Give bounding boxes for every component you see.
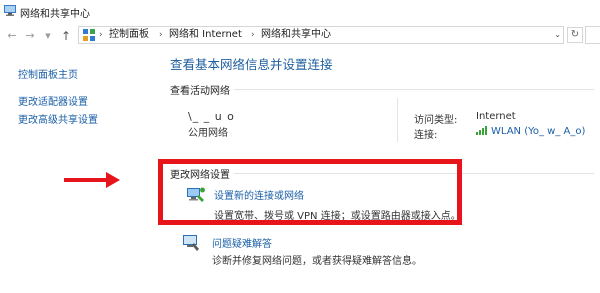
connection-value-group: WLAN (Yo_ w_ A_o): [476, 126, 585, 137]
breadcrumb-separator-icon: ›: [99, 30, 103, 40]
refresh-icon[interactable]: ↻: [567, 27, 583, 43]
breadcrumb-network-sharing-center[interactable]: 网络和共享中心: [261, 28, 331, 42]
address-dropdown-icon[interactable]: ⌄: [554, 28, 561, 42]
breadcrumb-control-panel[interactable]: 控制面板: [109, 28, 149, 42]
network-category: 公用网络: [188, 128, 228, 139]
back-arrow-icon[interactable]: ←: [4, 28, 20, 44]
breadcrumb-network-internet[interactable]: 网络和 Internet: [169, 28, 242, 42]
address-bar[interactable]: › 控制面板 › 网络和 Internet › 网络和共享中心 ⌄: [78, 26, 564, 44]
troubleshoot-problems-description: 诊断并修复网络问题，或者获得疑难解答信息。: [212, 256, 422, 267]
troubleshoot-problems-link[interactable]: 问题疑难解答: [212, 235, 272, 250]
section-divider: [234, 89, 594, 90]
vertical-divider: [397, 98, 398, 142]
window-title: 网络和共享中心: [20, 9, 90, 20]
page-title: 查看基本网络信息并设置连接: [170, 57, 333, 72]
active-networks-label: 查看活动网络: [170, 86, 230, 97]
access-type-value: Internet: [476, 111, 516, 122]
access-type-label: 访问类型:: [414, 115, 458, 126]
network-center-icon: [4, 5, 16, 16]
recent-dropdown-icon[interactable]: ▼: [40, 28, 56, 44]
connection-label: 连接:: [414, 130, 438, 141]
up-arrow-icon[interactable]: ↑: [58, 28, 74, 44]
control-panel-icon: [83, 29, 95, 41]
breadcrumb-separator-icon: ›: [251, 30, 255, 40]
sidebar-item-change-adapter-settings[interactable]: 更改适配器设置: [18, 93, 88, 108]
network-name: \_ _ u o: [188, 110, 235, 123]
search-input[interactable]: [585, 26, 600, 44]
wlan-connection-link[interactable]: WLAN (Yo_ w_ A_o): [491, 126, 585, 137]
highlight-box: [158, 159, 462, 225]
sidebar-item-change-advanced-sharing[interactable]: 更改高级共享设置: [18, 111, 98, 126]
forward-arrow-icon[interactable]: →: [22, 28, 38, 44]
sidebar-item-control-panel-home[interactable]: 控制面板主页: [18, 66, 78, 81]
wifi-signal-icon: [476, 126, 487, 135]
troubleshoot-icon: [183, 235, 199, 251]
breadcrumb-separator-icon: ›: [159, 30, 163, 40]
red-arrow-icon: [64, 172, 120, 188]
title-bar: 网络和共享中心: [0, 0, 600, 22]
